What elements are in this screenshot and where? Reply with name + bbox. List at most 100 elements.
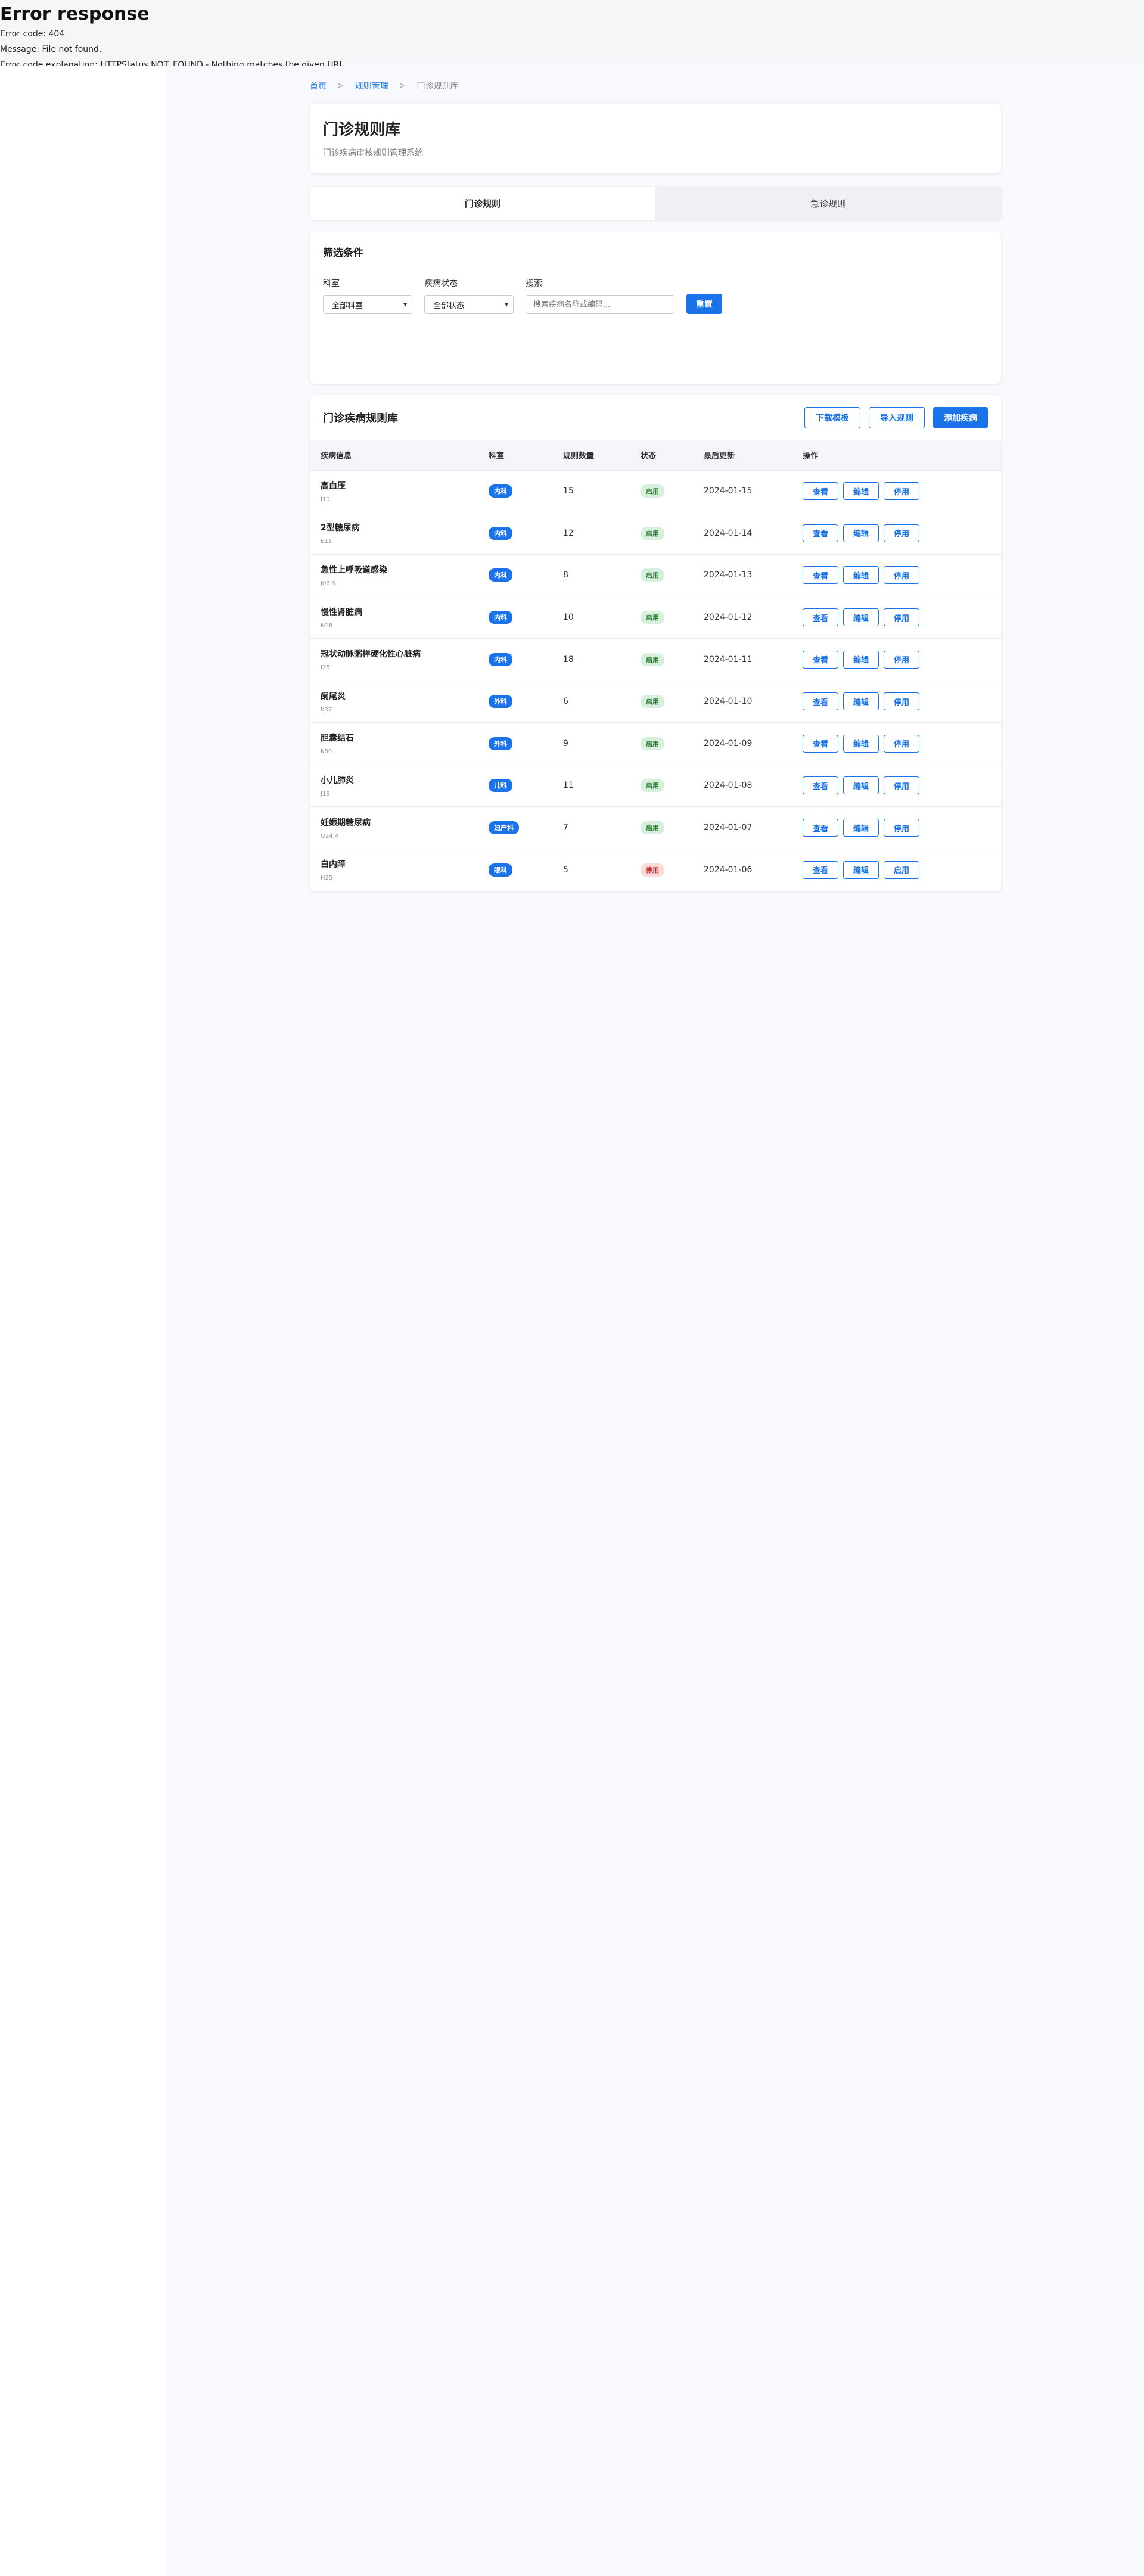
row-actions: 查看 编辑 停用 [803, 776, 1001, 795]
rule-count: 7 [563, 823, 568, 833]
view-button[interactable]: 查看 [803, 692, 838, 711]
table-row: 胆囊结石 K80 外科 9 启用 2024-01-09 查看 编辑 停用 [310, 722, 1001, 765]
toggle-status-button[interactable]: 停用 [884, 819, 919, 837]
actions-cell: 查看 编辑 停用 [803, 765, 1001, 807]
tab-emergency[interactable]: 急诊规则 [655, 187, 1001, 220]
disease-info-cell: 小儿肺炎 J18 [310, 765, 489, 807]
disease-name: 胆囊结石 [321, 734, 354, 744]
view-button[interactable]: 查看 [803, 608, 838, 627]
toggle-status-button[interactable]: 启用 [884, 860, 919, 879]
view-button[interactable]: 查看 [803, 776, 838, 795]
table-row: 阑尾炎 K37 外科 6 启用 2024-01-10 查看 编辑 停用 [310, 680, 1001, 723]
view-button[interactable]: 查看 [803, 734, 838, 753]
edit-button[interactable]: 编辑 [843, 608, 879, 627]
page-subtitle: 门诊疾病审核规则管理系统 [323, 148, 423, 158]
disease-code: J06.9 [321, 580, 336, 587]
edit-button[interactable]: 编辑 [843, 482, 879, 501]
edit-button[interactable]: 编辑 [843, 734, 879, 753]
dept-label: 科室 [323, 279, 340, 288]
last-updated: 2024-01-15 [704, 486, 753, 496]
edit-button[interactable]: 编辑 [843, 524, 879, 542]
status-cell: 启用 [641, 680, 704, 723]
disease-info-cell: 慢性肾脏病 N18 [310, 596, 489, 639]
disease-info-cell: 白内障 H25 [310, 849, 489, 891]
status-badge: 启用 [641, 779, 664, 793]
edit-button[interactable]: 编辑 [843, 566, 879, 585]
download-template-button[interactable]: 下载模板 [804, 407, 860, 428]
status-select-value: 全部状态 [433, 301, 465, 310]
view-button[interactable]: 查看 [803, 650, 838, 669]
disease-code: I10 [321, 496, 330, 503]
table-row: 冠状动脉粥样硬化性心脏病 I25 内科 18 启用 2024-01-11 查看 … [310, 638, 1001, 680]
breadcrumb-rules[interactable]: 规则管理 [355, 80, 388, 92]
disease-name: 白内障 [321, 860, 346, 870]
toggle-status-button[interactable]: 停用 [884, 776, 919, 795]
last-updated: 2024-01-06 [704, 865, 753, 875]
page-title: 门诊规则库 [323, 121, 401, 139]
disease-name: 急性上呼吸道感染 [321, 565, 387, 575]
column-header: 操作 [803, 452, 819, 461]
status-field: 疾病状态 全部状态 ▾ [424, 277, 514, 314]
toggle-status-button[interactable]: 停用 [884, 692, 919, 711]
breadcrumb-home[interactable]: 首页 [310, 80, 327, 92]
add-disease-button[interactable]: 添加疾病 [933, 407, 988, 428]
toggle-status-button[interactable]: 停用 [884, 524, 919, 542]
row-actions: 查看 编辑 停用 [803, 650, 1001, 669]
toggle-status-button[interactable]: 停用 [884, 734, 919, 753]
dept-badge: 眼科 [489, 863, 512, 877]
error-message: Message: File not found. [0, 45, 102, 54]
view-button[interactable]: 查看 [803, 566, 838, 585]
disease-code: E11 [321, 538, 332, 545]
rule-count: 6 [563, 697, 568, 707]
search-input[interactable] [526, 295, 674, 314]
column-header: 科室 [489, 452, 505, 461]
view-button[interactable]: 查看 [803, 860, 838, 879]
filter-title: 筛选条件 [323, 247, 363, 259]
disease-list-card: 门诊疾病规则库 下载模板 导入规则 添加疾病 疾病信息 科室 规则数量 状态 最… [310, 395, 1001, 891]
toggle-status-button[interactable]: 停用 [884, 650, 919, 669]
view-button[interactable]: 查看 [803, 819, 838, 837]
view-button[interactable]: 查看 [803, 524, 838, 542]
status-badge: 启用 [641, 821, 664, 835]
last-updated: 2024-01-09 [704, 738, 753, 748]
table-row: 急性上呼吸道感染 J06.9 内科 8 启用 2024-01-13 查看 编辑 … [310, 554, 1001, 596]
dept-cell: 内科 [489, 554, 563, 596]
error-band: Error response Error code: 404 Message: … [0, 0, 1144, 70]
dept-cell: 外科 [489, 723, 563, 765]
status-cell: 启用 [641, 554, 704, 596]
disease-name: 慢性肾脏病 [321, 607, 362, 617]
edit-button[interactable]: 编辑 [843, 819, 879, 837]
title-card: 门诊规则库 门诊疾病审核规则管理系统 [310, 104, 1001, 173]
status-badge: 启用 [641, 652, 664, 666]
edit-button[interactable]: 编辑 [843, 776, 879, 795]
view-button[interactable]: 查看 [803, 482, 838, 501]
rule-count: 5 [563, 865, 568, 875]
dept-select[interactable]: 全部科室 ▾ [323, 295, 412, 314]
dept-cell: 眼科 [489, 849, 563, 891]
toggle-status-button[interactable]: 停用 [884, 566, 919, 585]
disease-code: K37 [321, 706, 332, 713]
last-updated: 2024-01-10 [704, 697, 753, 707]
status-badge: 启用 [641, 611, 664, 624]
disease-name: 妊娠期糖尿病 [321, 818, 371, 828]
toggle-status-button[interactable]: 停用 [884, 608, 919, 627]
breadcrumb: 首页 > 规则管理 > 门诊规则库 [310, 80, 458, 92]
tab-outpatient[interactable]: 门诊规则 [310, 187, 655, 220]
row-actions: 查看 编辑 停用 [803, 734, 1001, 753]
reset-button[interactable]: 重置 [686, 294, 722, 314]
status-badge: 启用 [641, 526, 664, 540]
edit-button[interactable]: 编辑 [843, 692, 879, 711]
toggle-status-button[interactable]: 停用 [884, 482, 919, 501]
status-cell: 启用 [641, 638, 704, 680]
status-cell: 启用 [641, 512, 704, 555]
edit-button[interactable]: 编辑 [843, 650, 879, 669]
rule-count: 9 [563, 738, 568, 748]
status-cell: 启用 [641, 807, 704, 849]
edit-button[interactable]: 编辑 [843, 860, 879, 879]
last-updated: 2024-01-13 [704, 570, 753, 580]
import-rules-button[interactable]: 导入规则 [869, 407, 925, 428]
column-header: 规则数量 [563, 452, 595, 461]
status-select[interactable]: 全部状态 ▾ [424, 295, 514, 314]
disease-info-cell: 阑尾炎 K37 [310, 680, 489, 723]
table-body: 高血压 I10 内科 15 启用 2024-01-15 查看 编辑 停用 2型糖… [310, 470, 1001, 891]
